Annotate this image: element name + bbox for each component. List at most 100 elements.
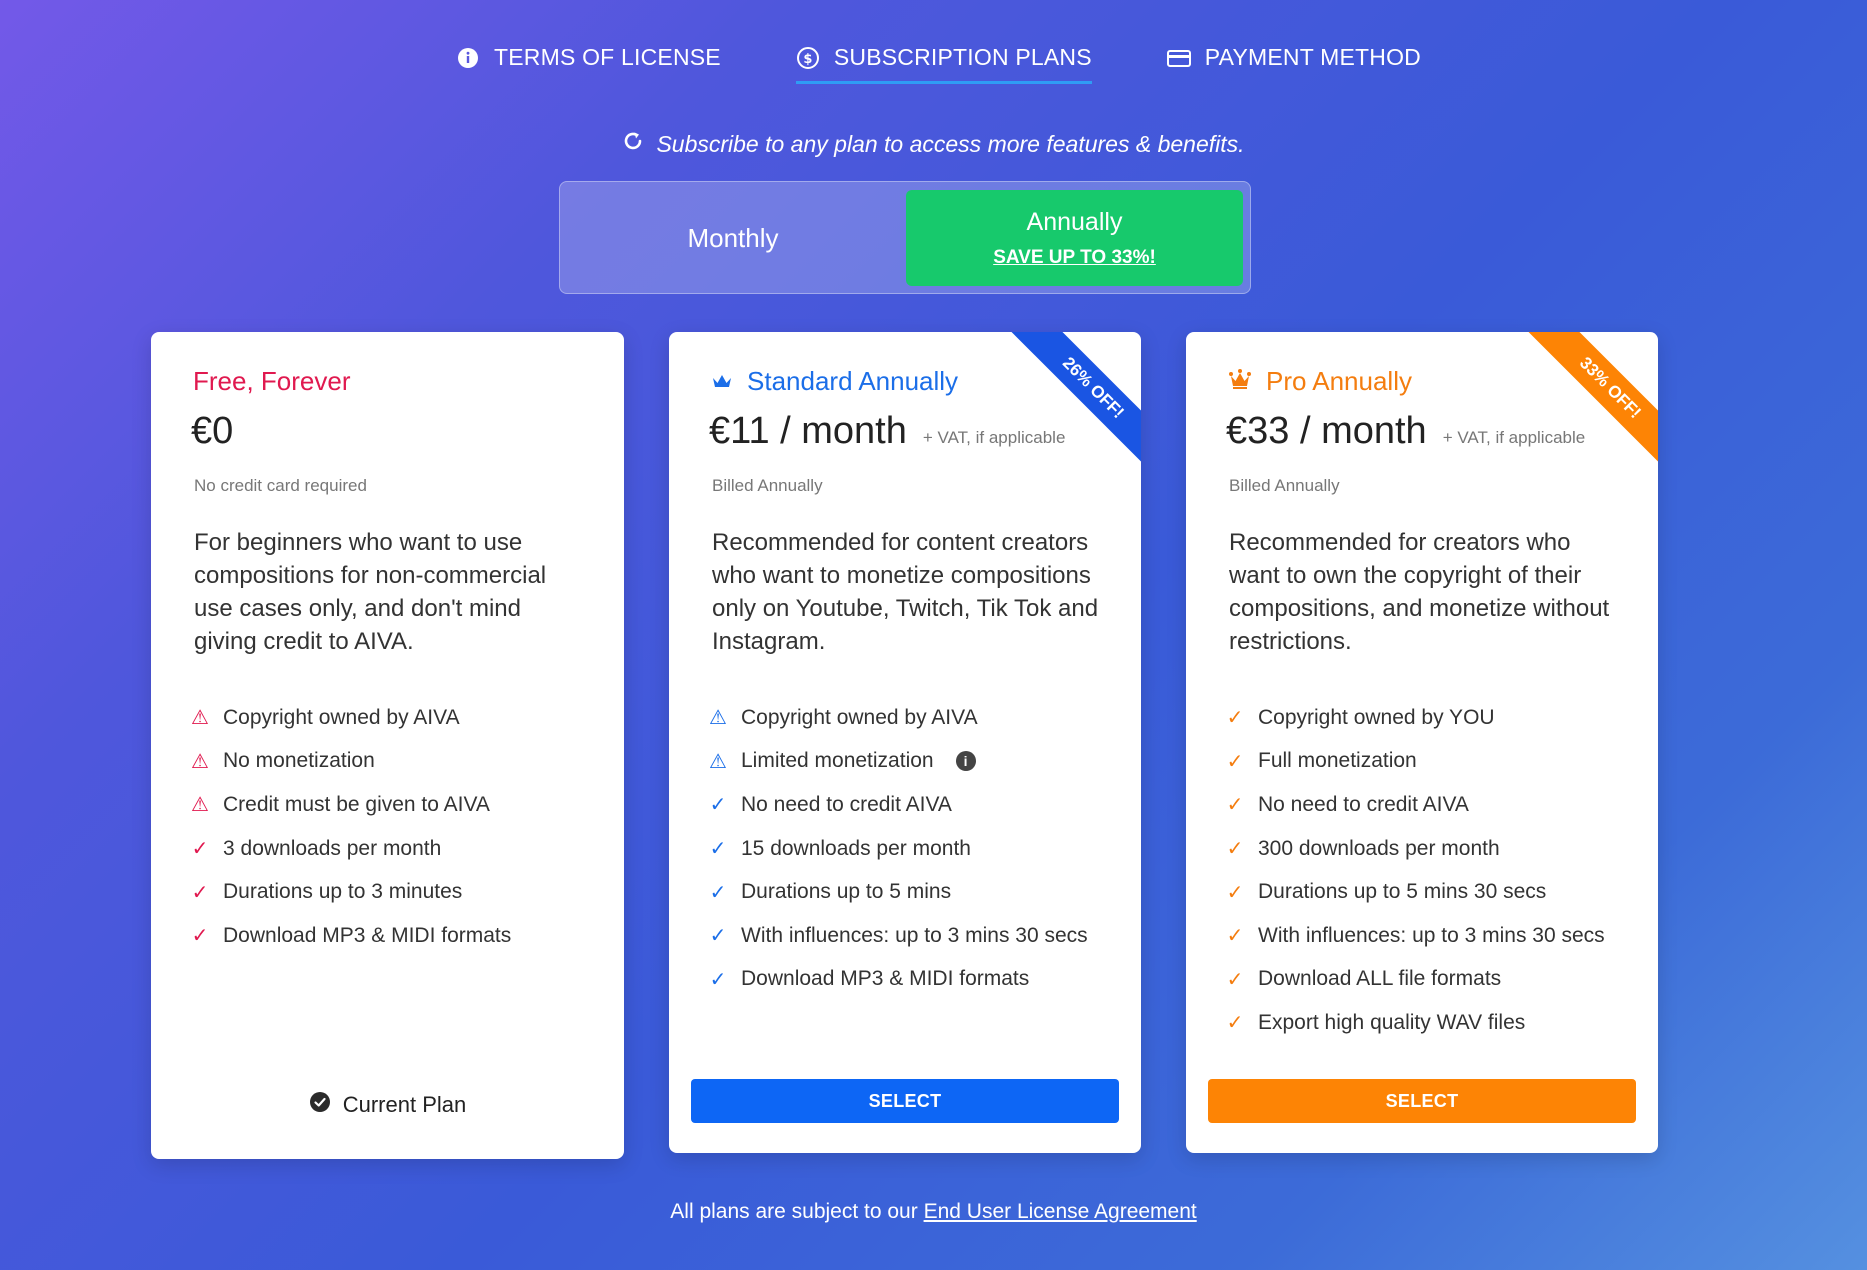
tab-payment-method[interactable]: PAYMENT METHOD — [1166, 44, 1421, 84]
feature-text: Copyright owned by YOU — [1258, 705, 1495, 729]
check-icon: ✓ — [1226, 707, 1244, 730]
feature-text: 300 downloads per month — [1258, 836, 1500, 860]
info-icon[interactable]: i — [955, 751, 976, 772]
check-icon: ✓ — [1226, 968, 1244, 991]
feature-item: ✓ 15 downloads per month — [709, 827, 1121, 871]
check-icon: ✓ — [1226, 1012, 1244, 1035]
warning-icon: ⚠ — [709, 750, 727, 773]
feature-item: ✓ No need to credit AIVA — [1226, 783, 1638, 827]
plan-name-text: Standard Annually — [747, 366, 959, 396]
feature-text: Durations up to 3 minutes — [223, 880, 463, 904]
plan-name-text: Free, Forever — [193, 366, 351, 396]
feature-text: With influences: up to 3 mins 30 secs — [1258, 923, 1605, 947]
svg-text:$: $ — [803, 52, 812, 67]
feature-text: With influences: up to 3 mins 30 secs — [741, 923, 1088, 947]
feature-item: ✓ 3 downloads per month — [191, 827, 604, 871]
tab-label: SUBSCRIPTION PLANS — [833, 44, 1092, 70]
monthly-label: Monthly — [687, 223, 779, 253]
plan-card-free: Free, Forever €0 No credit card required… — [151, 332, 624, 1159]
vat-note: + VAT, if applicable — [1442, 428, 1586, 447]
select-standard-button[interactable]: SELECT — [691, 1079, 1119, 1123]
check-icon: ✓ — [191, 838, 209, 861]
billing-option-annually[interactable]: Annually SAVE UP TO 33%! — [906, 190, 1243, 286]
vat-note: + VAT, if applicable — [922, 428, 1066, 447]
price-amount: €33 / month — [1226, 410, 1427, 452]
feature-text: Copyright owned by AIVA — [741, 705, 978, 729]
feature-item: ⚠ No monetization — [191, 740, 604, 784]
billing-note: Billed Annually — [712, 476, 823, 495]
feature-list: ⚠ Copyright owned by AIVA ⚠ Limited moneti… — [709, 696, 1121, 1001]
feature-item: ⚠ Credit must be given to AIVA — [191, 783, 604, 827]
select-pro-button[interactable]: SELECT — [1208, 1079, 1636, 1123]
feature-item: ✓ Download MP3 & MIDI formats — [709, 958, 1121, 1002]
warning-icon: ⚠ — [709, 707, 727, 730]
tab-subscription-plans[interactable]: $ SUBSCRIPTION PLANS — [795, 44, 1092, 84]
feature-item: ✓ With influences: up to 3 mins 30 secs — [709, 914, 1121, 958]
check-icon: ✓ — [1226, 838, 1244, 861]
feature-item: ⚠ Copyright owned by AIVA — [191, 696, 604, 740]
plan-name: Free, Forever — [193, 366, 351, 397]
check-circle-icon — [309, 1091, 331, 1119]
tab-terms-of-license[interactable]: TERMS OF LICENSE — [456, 44, 721, 84]
check-icon: ✓ — [191, 925, 209, 948]
subtitle: Subscribe to any plan to access more fea… — [0, 130, 1867, 158]
check-icon: ✓ — [1226, 794, 1244, 817]
plan-price: €0 — [191, 410, 233, 453]
feature-item: ⚠ Limited monetization i — [709, 740, 1121, 784]
annually-promo: SAVE UP TO 33%! — [993, 246, 1156, 268]
plan-name: Standard Annually — [711, 366, 958, 397]
price-amount: €0 — [191, 410, 234, 452]
feature-list: ⚠ Copyright owned by AIVA ⚠ No monetizatio… — [191, 696, 604, 958]
crown-icon — [1228, 366, 1252, 397]
plan-price: €33 / month + VAT, if applicable — [1226, 410, 1585, 453]
feature-item: ✓ Download MP3 & MIDI formats — [191, 914, 604, 958]
feature-text: No need to credit AIVA — [741, 792, 952, 816]
billing-note: Billed Annually — [1229, 476, 1340, 495]
feature-item: ✓ Full monetization — [1226, 740, 1638, 784]
feature-item: ⚠ Copyright owned by AIVA — [709, 696, 1121, 740]
plan-card-standard: 26% OFF! Standard Annually €11 / month +… — [669, 332, 1141, 1153]
footer-note: All plans are subject to our End User Li… — [0, 1200, 1867, 1224]
plan-description: For beginners who want to use compositio… — [194, 529, 547, 655]
feature-text: No monetization — [223, 749, 375, 773]
annually-label: Annually — [1026, 207, 1123, 236]
feature-text: 15 downloads per month — [741, 836, 971, 860]
check-icon: ✓ — [709, 925, 727, 948]
feature-text: Durations up to 5 mins — [741, 880, 952, 904]
eula-link[interactable]: End User License Agreement — [924, 1200, 1197, 1223]
feature-text: Copyright owned by AIVA — [223, 705, 460, 729]
feature-text: Credit must be given to AIVA — [223, 792, 490, 816]
crown-icon — [711, 366, 733, 397]
feature-item: ✓ No need to credit AIVA — [709, 783, 1121, 827]
feature-list: ✓ Copyright owned by YOU ✓ Full monetizati… — [1226, 696, 1638, 1045]
info-circle-icon — [456, 46, 480, 70]
billing-toggle: Monthly Annually SAVE UP TO 33%! — [559, 181, 1251, 294]
feature-text: Download MP3 & MIDI formats — [223, 923, 512, 947]
feature-item: ✓ Copyright owned by YOU — [1226, 696, 1638, 740]
billing-note: No credit card required — [194, 476, 367, 495]
tab-label: TERMS OF LICENSE — [494, 44, 721, 70]
feature-item: ✓ 300 downloads per month — [1226, 827, 1638, 871]
feature-text: Export high quality WAV files — [1258, 1010, 1526, 1034]
billing-option-monthly[interactable]: Monthly — [560, 182, 906, 295]
refresh-icon — [622, 130, 644, 158]
current-plan-indicator: Current Plan — [151, 1091, 624, 1119]
feature-item: ✓ Durations up to 3 minutes — [191, 870, 604, 914]
feature-text: 3 downloads per month — [223, 836, 442, 860]
check-icon: ✓ — [1226, 925, 1244, 948]
feature-text: Full monetization — [1258, 749, 1417, 773]
plan-name: Pro Annually — [1228, 366, 1412, 397]
check-icon: ✓ — [709, 794, 727, 817]
footer-text: All plans are subject to our — [670, 1200, 918, 1223]
feature-text: Limited monetization — [741, 749, 934, 773]
feature-text: No need to credit AIVA — [1258, 792, 1469, 816]
plan-description: Recommended for creators who want to own… — [1229, 529, 1610, 655]
check-icon: ✓ — [709, 838, 727, 861]
check-icon: ✓ — [709, 881, 727, 904]
dollar-circle-icon: $ — [796, 46, 820, 70]
feature-text: Download ALL file formats — [1258, 967, 1502, 991]
check-icon: ✓ — [1226, 881, 1244, 904]
feature-item: ✓ Durations up to 5 mins 30 secs — [1226, 870, 1638, 914]
check-icon: ✓ — [1226, 750, 1244, 773]
price-amount: €11 / month — [709, 410, 907, 452]
